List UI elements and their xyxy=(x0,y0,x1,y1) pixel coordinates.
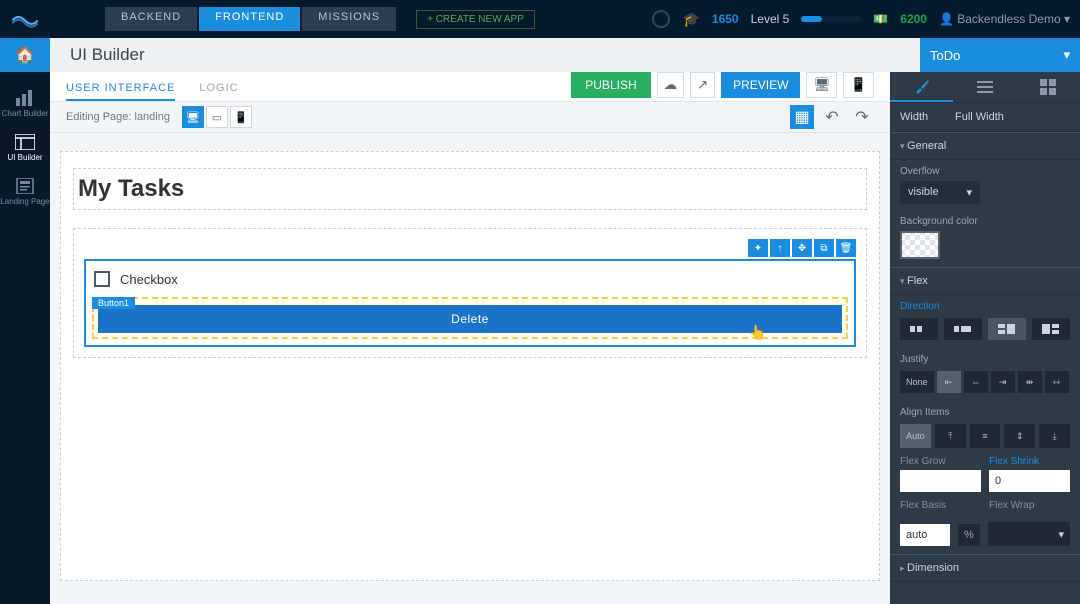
cash-icon: 💵 xyxy=(873,12,888,26)
flex-basis-unit[interactable]: % xyxy=(958,524,980,546)
section-flex[interactable]: Flex xyxy=(890,267,1080,295)
direction-column-reverse[interactable] xyxy=(1032,318,1070,340)
open-external-button[interactable]: ↗ xyxy=(690,72,715,98)
nav-landing-label: Landing Page xyxy=(0,197,49,206)
device-phone[interactable]: 📱 xyxy=(230,106,252,128)
project-dropdown[interactable]: ToDo ▾ xyxy=(920,38,1080,72)
checkbox-input[interactable] xyxy=(94,271,110,287)
section-general[interactable]: General xyxy=(890,132,1080,160)
justify-end[interactable]: ⇥ xyxy=(991,371,1015,393)
tab-logic[interactable]: LOGIC xyxy=(199,82,238,101)
flex-basis-label: Flex Basis xyxy=(900,500,981,514)
canvas-title[interactable]: My Tasks xyxy=(73,168,867,210)
align-start[interactable]: ⤒ xyxy=(935,424,966,448)
section-dimension[interactable]: Dimension xyxy=(890,554,1080,582)
selected-row-container[interactable]: Checkbox Button1 Delete 👆 xyxy=(84,259,856,347)
flex-wrap-select[interactable]: ▾ xyxy=(988,522,1070,546)
nav-chart-label: Chart Builder xyxy=(2,109,49,118)
editing-page-label: Editing Page: xyxy=(66,111,131,123)
tab-backend[interactable]: BACKEND xyxy=(105,7,197,31)
flex-shrink-label: Flex Shrink xyxy=(989,456,1070,470)
cloud-upload-button[interactable]: ☁ xyxy=(657,72,684,98)
app-logo[interactable] xyxy=(0,0,50,38)
tab-missions[interactable]: MISSIONS xyxy=(302,7,396,31)
align-center[interactable]: ≡ xyxy=(970,424,1001,448)
align-items-label: Align Items xyxy=(890,401,1080,420)
delete-button[interactable]: Delete xyxy=(98,305,842,333)
user-name: Backendless Demo xyxy=(957,12,1060,26)
nav-ui-label: UI Builder xyxy=(7,153,42,162)
editing-page-name: landing xyxy=(135,111,170,123)
bg-color-swatch[interactable] xyxy=(900,231,940,259)
component-tag: Button1 xyxy=(92,297,135,309)
component-move-icon[interactable]: ✥ xyxy=(792,239,812,257)
home-button[interactable]: 🏠 xyxy=(0,38,50,72)
panel-tab-grid[interactable] xyxy=(1017,72,1080,102)
width-label: Width xyxy=(900,111,955,123)
device-desktop[interactable]: 🖥 xyxy=(182,106,204,128)
preview-mobile-button[interactable]: 📱 xyxy=(843,72,874,98)
component-delete-icon[interactable]: 🗑 xyxy=(836,239,856,257)
device-tablet[interactable]: ▭ xyxy=(206,106,228,128)
create-app-button[interactable]: + CREATE NEW APP xyxy=(416,10,535,29)
justify-start[interactable]: ⇤ xyxy=(937,371,961,393)
component-copy-icon[interactable]: ⧉ xyxy=(814,239,834,257)
brush-icon xyxy=(914,78,930,94)
notification-indicator[interactable] xyxy=(652,10,670,28)
list-icon xyxy=(977,79,993,95)
button-container[interactable]: Button1 Delete 👆 xyxy=(92,297,848,339)
align-auto[interactable]: Auto xyxy=(900,424,931,448)
chevron-down-icon: ▾ xyxy=(966,186,972,199)
preview-desktop-button[interactable]: 🖥 xyxy=(806,72,837,98)
overflow-value: visible xyxy=(908,186,939,199)
coin-value: 6200 xyxy=(900,12,927,26)
overflow-select[interactable]: visible ▾ xyxy=(900,181,980,204)
project-name: ToDo xyxy=(930,48,960,63)
xp-value: 1650 xyxy=(712,12,739,26)
justify-between[interactable]: ⇹ xyxy=(1018,371,1042,393)
level-label: Level 5 xyxy=(751,12,790,26)
tab-frontend[interactable]: FRONTEND xyxy=(199,7,300,31)
undo-button[interactable]: ↶ xyxy=(820,105,844,129)
panel-tab-list[interactable] xyxy=(953,72,1016,102)
tab-user-interface[interactable]: USER INTERFACE xyxy=(66,82,175,101)
align-end[interactable]: ⤓ xyxy=(1039,424,1070,448)
chevron-down-icon: ▾ xyxy=(1058,528,1064,541)
justify-label: Justify xyxy=(890,348,1080,367)
level-progress-bar xyxy=(801,16,861,22)
justify-around[interactable]: ⇿ xyxy=(1045,371,1069,393)
justify-center[interactable]: ⇔ xyxy=(964,371,988,393)
component-puzzle-icon[interactable]: ✦ xyxy=(748,239,768,257)
nav-ui-builder[interactable]: UI Builder xyxy=(0,126,50,170)
nav-chart-builder[interactable]: Chart Builder xyxy=(0,82,50,126)
chevron-down-icon: ▾ xyxy=(1063,47,1070,63)
direction-row-reverse[interactable] xyxy=(944,318,982,340)
flex-shrink-input[interactable] xyxy=(989,470,1070,492)
overflow-label: Overflow xyxy=(890,160,1080,179)
component-up-icon[interactable]: ↑ xyxy=(770,239,790,257)
flex-basis-input[interactable] xyxy=(900,524,950,546)
checkbox-label: Checkbox xyxy=(120,272,178,287)
width-value[interactable]: Full Width xyxy=(955,111,1004,123)
bg-color-label: Background color xyxy=(890,210,1080,229)
grid-icon xyxy=(1040,79,1056,95)
panel-tab-style[interactable] xyxy=(890,72,953,102)
user-menu[interactable]: 👤 Backendless Demo ▾ xyxy=(939,12,1070,26)
direction-column[interactable] xyxy=(988,318,1026,340)
align-stretch[interactable]: ⇕ xyxy=(1004,424,1035,448)
justify-none[interactable]: None xyxy=(900,371,934,393)
graduation-icon: 🎓 xyxy=(682,11,699,28)
redo-button[interactable]: ↷ xyxy=(850,105,874,129)
direction-row[interactable] xyxy=(900,318,938,340)
publish-button[interactable]: PUBLISH xyxy=(571,72,650,98)
flex-wrap-label: Flex Wrap xyxy=(989,500,1070,514)
selection-mode-button[interactable]: ▦ xyxy=(790,105,814,129)
preview-button[interactable]: PREVIEW xyxy=(721,72,800,98)
flex-grow-input[interactable] xyxy=(900,470,981,492)
direction-label: Direction xyxy=(890,295,1080,314)
nav-landing-page[interactable]: Landing Page xyxy=(0,170,50,214)
flex-grow-label: Flex Grow xyxy=(900,456,981,470)
section-title: UI Builder xyxy=(70,45,145,65)
